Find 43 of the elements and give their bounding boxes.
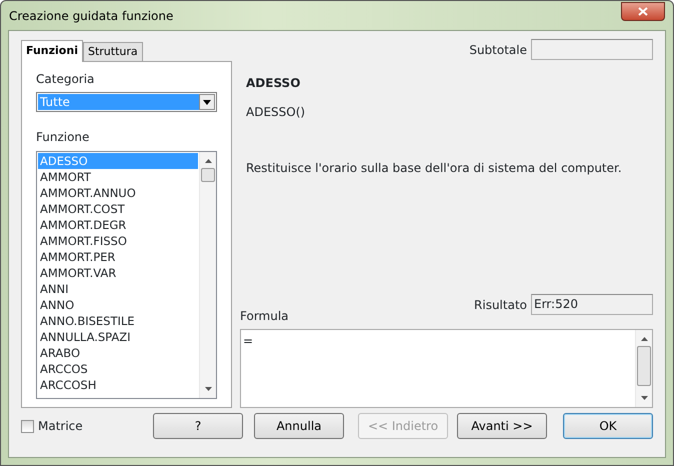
function-item[interactable]: ANNO: [38, 297, 198, 313]
window-title: Creazione guidata funzione: [9, 8, 174, 24]
scroll-up-icon: [204, 159, 212, 163]
caret-icon: [203, 100, 211, 104]
function-item[interactable]: AMMORT.DEGR: [38, 217, 198, 233]
dialog-button[interactable]: Annulla: [254, 413, 344, 439]
scroll-up-icon: [640, 337, 648, 341]
function-item[interactable]: ANNO.BISESTILE: [38, 313, 198, 329]
scrollbar[interactable]: [199, 152, 216, 398]
function-item[interactable]: AMMORT.PER: [38, 249, 198, 265]
function-syntax: ADESSO(): [246, 104, 306, 121]
function-label: Funzione: [36, 129, 90, 146]
function-item[interactable]: ARCCOS: [38, 361, 198, 377]
function-item[interactable]: ANNULLA.SPAZI: [38, 329, 198, 345]
function-item[interactable]: AMMORT.ANNUO: [38, 185, 198, 201]
close-icon: [638, 6, 648, 16]
scroll-thumb[interactable]: [201, 168, 215, 182]
tab[interactable]: Funzioni: [21, 40, 83, 62]
dialog-button[interactable]: ?: [153, 413, 243, 439]
subtotal-label: Subtotale: [469, 42, 527, 58]
dialog-button[interactable]: OK: [563, 413, 653, 439]
scroll-down-icon: [640, 396, 648, 400]
result-label: Risultato: [474, 296, 527, 314]
function-item[interactable]: ANNI: [38, 281, 198, 297]
result-field: Err:520: [531, 294, 653, 315]
category-label: Categoria: [36, 71, 96, 88]
function-item[interactable]: AMMORT.COST: [38, 201, 198, 217]
function-description: Restituisce l'orario sulla base dell'ora di sistema del computer.: [246, 160, 623, 177]
scroll-thumb[interactable]: [637, 346, 651, 386]
formula-field[interactable]: =: [240, 329, 653, 408]
dialog-button[interactable]: Avanti >>: [457, 413, 547, 439]
close-button[interactable]: [621, 2, 665, 20]
formula-label: Formula: [240, 308, 290, 325]
scroll-down-icon: [204, 387, 212, 391]
array-checkbox[interactable]: Matrice: [21, 417, 143, 435]
function-item[interactable]: ARABO: [38, 345, 198, 361]
function-name: ADESSO: [246, 75, 302, 92]
function-item[interactable]: AMMORT.FISSO: [38, 233, 198, 249]
function-item[interactable]: ARCCOSH: [38, 377, 198, 393]
tab[interactable]: Struttura: [82, 42, 143, 61]
function-item[interactable]: AMMORT.VAR: [38, 265, 198, 281]
scrollbar[interactable]: [635, 330, 652, 407]
function-item[interactable]: AMMORT: [38, 169, 198, 185]
